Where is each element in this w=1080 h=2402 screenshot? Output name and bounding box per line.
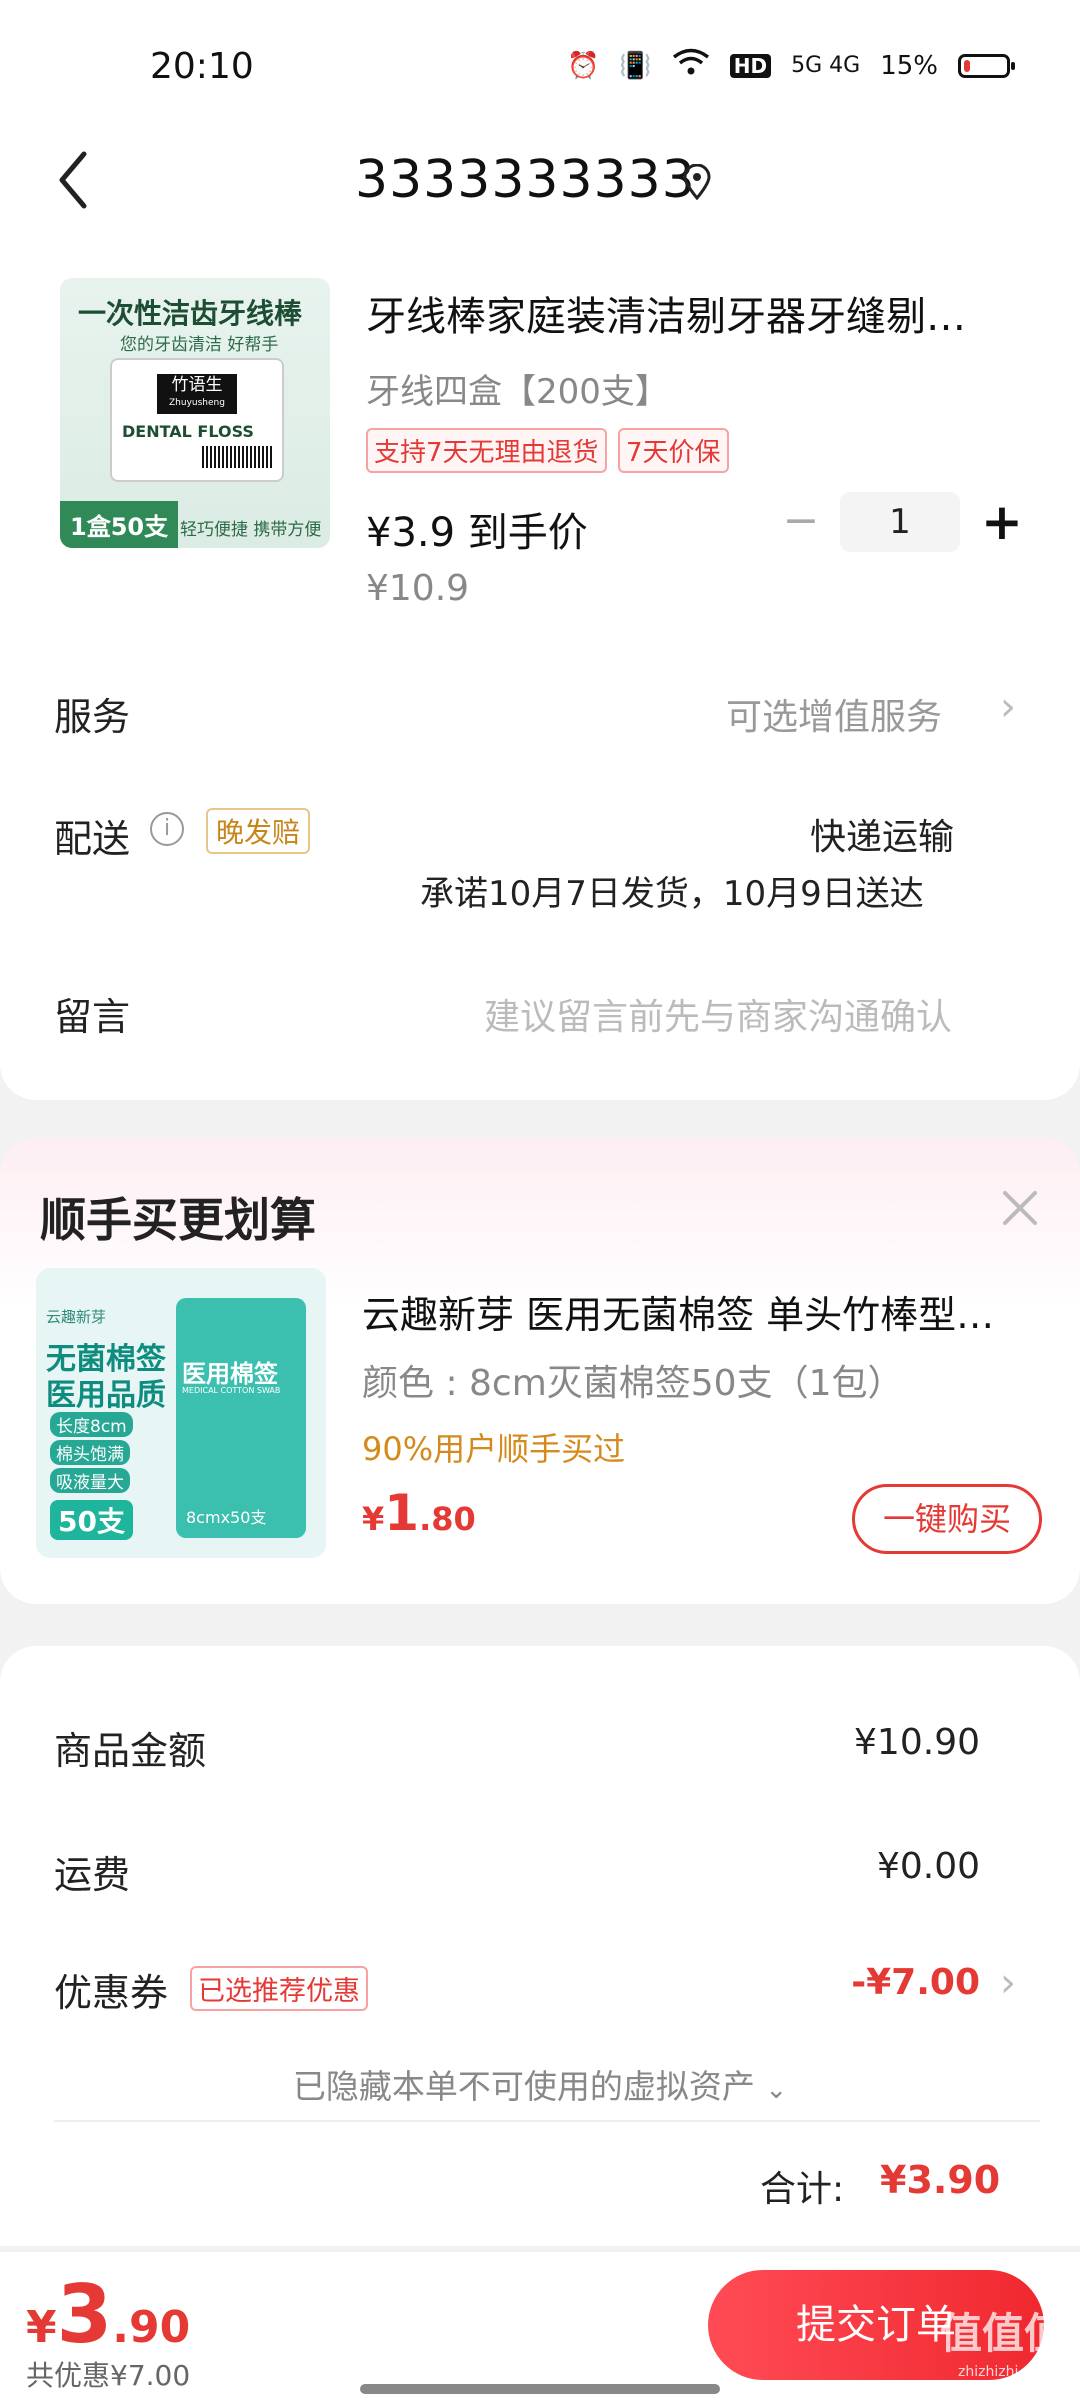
coupon-chevron-icon[interactable]: › xyxy=(1000,1960,1016,2006)
chevron-down-icon: ⌄ xyxy=(765,2075,788,2105)
battery-percent: 15% xyxy=(880,50,938,81)
rec-image-line2: 医用品质 xyxy=(46,1378,166,1413)
bottom-price-dec: .90 xyxy=(112,2302,191,2353)
watermark-url: zhizhizhi.com xyxy=(958,2364,1053,2380)
late-comp-badge: 晚发赔 xyxy=(206,808,311,854)
image-en: DENTAL FLOSS xyxy=(122,422,254,441)
image-sub: 您的牙齿清洁 好帮手 xyxy=(120,335,279,355)
rec-image-pack-en: MEDICAL COTTON SWAB xyxy=(182,1386,281,1395)
page-title: 3333333333 xyxy=(355,150,696,210)
delivery-method: 快递运输 xyxy=(810,817,955,858)
rec-price-dec: .80 xyxy=(419,1500,476,1538)
divider xyxy=(54,2120,1040,2122)
bottom-discount: 共优惠¥7.00 xyxy=(26,2359,191,2392)
qty-value[interactable]: 1 xyxy=(840,492,960,552)
service-value[interactable]: 可选增值服务 xyxy=(726,688,942,740)
shipping-label: 运费 xyxy=(54,1853,131,1897)
image-brand-cn: 竹语生 xyxy=(171,375,223,395)
delivery-label: 配送 xyxy=(54,817,131,861)
chevron-right-icon[interactable]: › xyxy=(1000,684,1016,730)
image-count: 1盒50支 xyxy=(60,501,179,548)
rec-image-b1: 长度8cm xyxy=(50,1412,133,1437)
product-title[interactable]: 牙线棒家庭装清洁剔牙器牙缝剔… xyxy=(366,284,966,342)
back-icon[interactable] xyxy=(54,150,94,210)
price-protect-tag: 7天价保 xyxy=(618,428,729,473)
battery-level xyxy=(964,59,970,72)
image-barcode xyxy=(202,446,272,468)
final-price: ¥3.9 到手价 xyxy=(366,510,588,556)
rec-price-int: 1 xyxy=(384,1484,420,1542)
recommend-stat: 90%用户顺手买过 xyxy=(362,1430,626,1468)
message-input[interactable]: 建议留言前先与商家沟通确认 xyxy=(484,988,952,1040)
bottom-price-int: 3 xyxy=(56,2268,113,2361)
rec-image-b2: 棉头饱满 xyxy=(50,1440,130,1465)
info-icon[interactable]: i xyxy=(150,812,184,846)
status-icons: ⏰ 📳 HD 5G 4G 15% xyxy=(567,48,1015,83)
coupon-value[interactable]: -¥7.00 xyxy=(851,1962,980,2003)
close-icon[interactable] xyxy=(1000,1188,1040,1228)
qty-decrease-button[interactable]: − xyxy=(778,496,824,546)
rec-image-b3: 吸液量大 xyxy=(50,1468,130,1493)
image-brand: 竹语生 Zhuyusheng xyxy=(157,374,237,414)
hidden-assets-toggle[interactable]: 已隐藏本单不可使用的虚拟资产 ⌄ xyxy=(0,2060,1080,2108)
goods-amount-value: ¥10.90 xyxy=(854,1722,980,1763)
total-label: 合计: xyxy=(760,2169,845,2210)
image-slogan: 轻巧便捷 携带方便 xyxy=(180,520,322,540)
product-variant[interactable]: 牙线四盒【200支】 xyxy=(366,364,669,413)
image-brand-en: Zhuyusheng xyxy=(169,398,225,408)
one-click-buy-button[interactable]: 一键购买 xyxy=(852,1484,1042,1554)
battery-icon xyxy=(958,53,1015,78)
service-label: 服务 xyxy=(54,695,131,739)
vibrate-icon: 📳 xyxy=(619,50,652,81)
location-icon[interactable] xyxy=(682,164,712,200)
hd-badge: HD xyxy=(729,53,772,78)
wifi-icon xyxy=(672,48,710,83)
recommend-product-title[interactable]: 云趣新芽 医用无菌棉签 单头竹棒型… xyxy=(362,1284,994,1339)
rec-image-pack-cn: 医用棉签 xyxy=(182,1360,278,1388)
signal-icon: 5G 4G xyxy=(791,53,861,78)
original-price: ¥10.9 xyxy=(366,568,470,609)
bottom-price-symbol: ¥ xyxy=(26,2302,57,2353)
goods-amount-label: 商品金额 xyxy=(54,1729,207,1773)
status-time: 20:10 xyxy=(150,46,254,87)
qty-increase-button[interactable]: + xyxy=(976,492,1028,552)
message-label: 留言 xyxy=(54,995,131,1039)
bottom-total-price: ¥3.90 xyxy=(26,2268,190,2361)
return-tag: 支持7天无理由退货 xyxy=(366,428,607,473)
watermark: 值值值 xyxy=(940,2309,1067,2358)
recommend-price: ¥1.80 xyxy=(362,1484,476,1542)
alarm-icon: ⏰ xyxy=(567,50,600,81)
rec-image-brand: 云趣新芽 xyxy=(46,1308,107,1326)
rec-image-count: 50支 xyxy=(50,1500,133,1540)
product-image[interactable]: 一次性洁齿牙线棒 您的牙齿清洁 好帮手 竹语生 Zhuyusheng DENTA… xyxy=(60,278,330,548)
total-value: ¥3.90 xyxy=(880,2158,1001,2202)
hidden-assets-text: 已隐藏本单不可使用的虚拟资产 xyxy=(292,2067,755,2106)
coupon-label: 优惠券 xyxy=(54,1971,169,2015)
shipping-value: ¥0.00 xyxy=(876,1846,980,1887)
home-indicator[interactable] xyxy=(360,2384,720,2394)
rec-image-pack: 医用棉签 MEDICAL COTTON SWAB 8cmx50支 xyxy=(176,1298,306,1538)
recommend-title: 顺手买更划算 xyxy=(40,1193,316,1247)
delivery-promise: 承诺10月7日发货，10月9日送达 xyxy=(420,874,924,914)
rec-image-size: 8cmx50支 xyxy=(186,1508,267,1527)
coupon-badge: 已选推荐优惠 xyxy=(190,1966,368,2011)
image-headline: 一次性洁齿牙线棒 xyxy=(78,297,303,330)
recommend-variant[interactable]: 颜色 : 8cm灭菌棉签50支（1包） xyxy=(362,1354,904,1406)
image-box: 竹语生 Zhuyusheng DENTAL FLOSS xyxy=(110,358,284,482)
recommend-image[interactable]: 云趣新芽 无菌棉签 医用品质 长度8cm 棉头饱满 吸液量大 50支 医用棉签 … xyxy=(36,1268,326,1558)
rec-price-symbol: ¥ xyxy=(362,1500,385,1538)
